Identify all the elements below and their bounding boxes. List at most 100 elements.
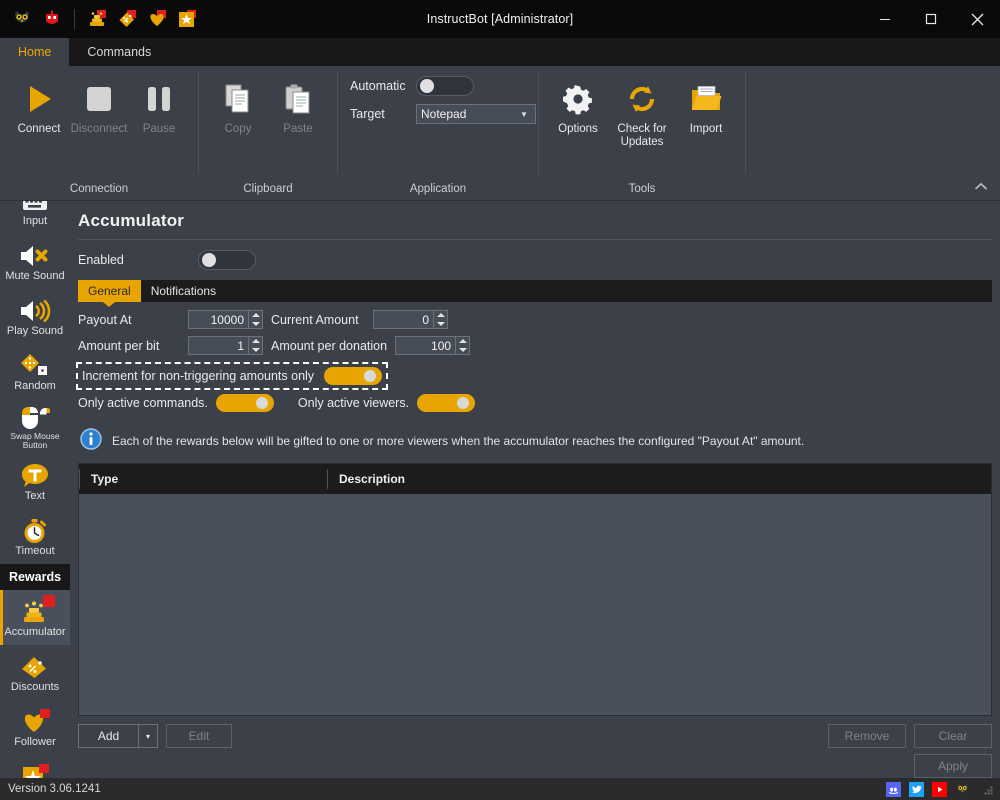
- toggle-knob: [457, 397, 470, 409]
- minimize-button[interactable]: [862, 0, 908, 38]
- resize-grip[interactable]: [984, 784, 994, 795]
- paste-button[interactable]: Paste: [269, 74, 327, 148]
- youtube-icon[interactable]: [932, 781, 947, 797]
- column-header-type[interactable]: Type: [79, 464, 327, 494]
- sidebar-item-accumulator[interactable]: Accumulator: [0, 590, 70, 645]
- check-for-updates-button[interactable]: Check for Updates: [609, 74, 675, 150]
- sidebar[interactable]: Input Mute Sound Play Sound Random Swap …: [0, 201, 70, 778]
- ribbon-tab-home[interactable]: Home: [0, 38, 70, 66]
- connect-button[interactable]: Connect: [10, 74, 68, 148]
- triangle-up-icon: [436, 313, 445, 318]
- import-button[interactable]: Import: [677, 74, 735, 148]
- import-label: Import: [689, 123, 723, 135]
- sidebar-item-play-sound[interactable]: Play Sound: [0, 289, 70, 344]
- chevron-down-icon: ▼: [520, 109, 528, 119]
- amount-per-bit-label: Amount per bit: [78, 338, 160, 353]
- triangle-up-icon: [251, 313, 260, 318]
- sidebar-item-discounts[interactable]: Discounts: [0, 645, 70, 700]
- sidebar-item-label: Timeout: [15, 544, 55, 557]
- discord-icon[interactable]: [886, 781, 901, 797]
- increment-label: Increment for non-triggering amounts onl…: [82, 369, 315, 383]
- remove-button[interactable]: Remove: [828, 724, 906, 748]
- amount-per-bit-input[interactable]: [189, 337, 248, 354]
- mouse-icon: [20, 403, 50, 431]
- stepper-up[interactable]: [249, 337, 262, 346]
- stepper-down[interactable]: [249, 320, 262, 329]
- subscriber-star-icon[interactable]: [173, 5, 201, 33]
- tab-notifications[interactable]: Notifications: [141, 280, 226, 302]
- connect-label: Connect: [17, 123, 61, 135]
- sidebar-item-swap-mouse-button[interactable]: Swap Mouse Button: [0, 399, 70, 454]
- disconnect-button[interactable]: Disconnect: [70, 74, 128, 148]
- amount-row: Amount per bit Amount per donation: [78, 334, 992, 357]
- payout-at-stepper[interactable]: [188, 310, 263, 329]
- subscriber-star-icon: [21, 763, 49, 778]
- apply-button[interactable]: Apply: [914, 754, 992, 778]
- increment-toggle[interactable]: [324, 367, 383, 385]
- automatic-toggle[interactable]: [416, 76, 474, 96]
- increment-row[interactable]: Increment for non-triggering amounts onl…: [75, 362, 389, 390]
- ribbon-tab-strip: Home Commands: [0, 38, 1000, 66]
- info-text: Each of the rewards below will be gifted…: [112, 433, 805, 448]
- sidebar-item-label: Accumulator: [4, 625, 66, 638]
- sidebar-item-random[interactable]: Random: [0, 344, 70, 399]
- sidebar-item-mute-sound[interactable]: Mute Sound: [0, 234, 70, 289]
- bot-head-icon[interactable]: [38, 5, 66, 33]
- stepper-down[interactable]: [456, 346, 469, 355]
- remove-clear-row: Remove Clear: [828, 724, 992, 748]
- copy-button[interactable]: Copy: [209, 74, 267, 148]
- only-active-commands-toggle[interactable]: [215, 394, 274, 412]
- edit-button[interactable]: Edit: [166, 724, 232, 748]
- owl-logo-icon[interactable]: [955, 782, 970, 797]
- status-badge: [43, 594, 55, 607]
- status-bar-icons: [886, 781, 994, 797]
- sidebar-item-text[interactable]: Text: [0, 454, 70, 509]
- options-button[interactable]: Options: [549, 74, 607, 148]
- dice-icon: [20, 352, 50, 380]
- target-dropdown[interactable]: Notepad ▼: [416, 104, 536, 124]
- sidebar-item-follower[interactable]: Follower: [0, 700, 70, 755]
- collapse-ribbon-button[interactable]: [970, 176, 992, 196]
- paste-label: Paste: [283, 123, 313, 135]
- amount-per-donation-input[interactable]: [396, 337, 456, 354]
- toggle-knob: [364, 370, 377, 382]
- pause-button[interactable]: Pause: [130, 74, 188, 148]
- copy-label: Copy: [224, 123, 252, 135]
- stepper-down[interactable]: [434, 320, 447, 329]
- ribbon-tab-commands[interactable]: Commands: [69, 38, 169, 66]
- payout-at-input[interactable]: [189, 311, 248, 328]
- owl-logo-icon[interactable]: [8, 5, 36, 33]
- twitter-icon[interactable]: [909, 781, 924, 797]
- stepper-up[interactable]: [456, 337, 469, 346]
- rewards-table[interactable]: Type Description: [78, 463, 992, 716]
- sidebar-item-timeout[interactable]: Timeout: [0, 509, 70, 564]
- amount-per-donation-stepper[interactable]: [395, 336, 471, 355]
- discounts-icon[interactable]: [113, 5, 141, 33]
- current-amount-stepper[interactable]: [373, 310, 448, 329]
- sidebar-item-input[interactable]: Input: [0, 201, 70, 234]
- stepper-down[interactable]: [249, 346, 262, 355]
- target-row: Target Notepad ▼: [350, 104, 536, 124]
- stepper-up[interactable]: [434, 311, 447, 320]
- clear-button[interactable]: Clear: [914, 724, 992, 748]
- close-button[interactable]: [954, 0, 1000, 38]
- sidebar-item-subscriber[interactable]: Subscriber: [0, 755, 70, 778]
- accumulator-icon[interactable]: [83, 5, 111, 33]
- discounts-icon: [21, 653, 49, 681]
- current-amount-input[interactable]: [374, 311, 433, 328]
- tab-general[interactable]: General: [78, 280, 141, 302]
- check-for-updates-label: Check for Updates: [617, 123, 667, 148]
- follower-heart-icon[interactable]: [143, 5, 171, 33]
- text-bubble-icon: [21, 462, 49, 490]
- column-header-description[interactable]: Description: [327, 464, 991, 494]
- window-controls: [862, 0, 1000, 38]
- add-dropdown-button[interactable]: ▾: [138, 724, 158, 748]
- enabled-toggle[interactable]: [198, 250, 256, 270]
- only-active-viewers-toggle[interactable]: [417, 394, 476, 412]
- triangle-up-icon: [458, 339, 467, 344]
- table-body[interactable]: [79, 494, 991, 715]
- add-button[interactable]: Add: [78, 724, 138, 748]
- amount-per-bit-stepper[interactable]: [188, 336, 263, 355]
- stepper-up[interactable]: [249, 311, 262, 320]
- maximize-button[interactable]: [908, 0, 954, 38]
